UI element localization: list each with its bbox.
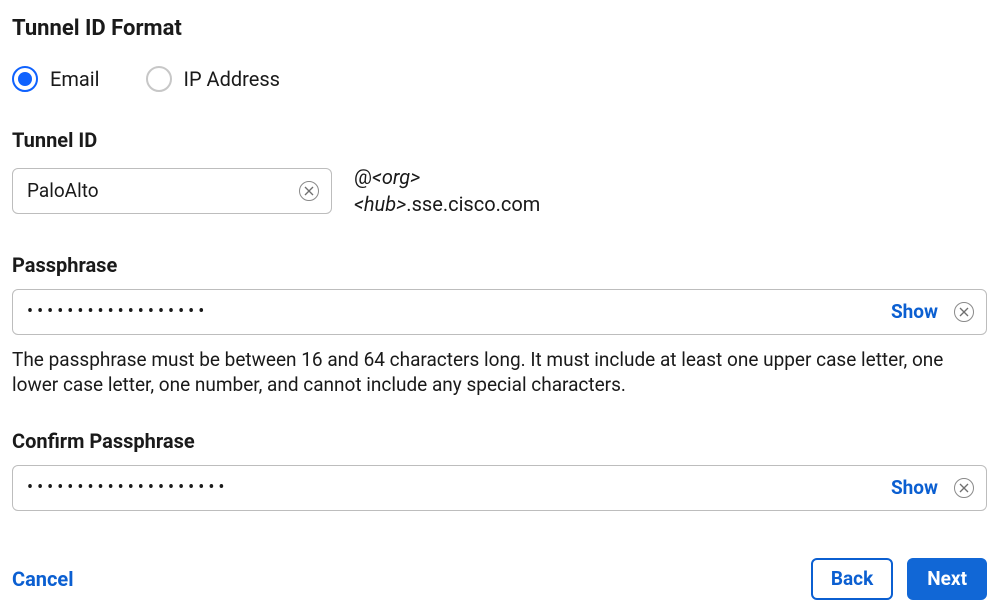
confirm-passphrase-label: Confirm Passphrase: [12, 428, 987, 455]
radio-email-label: Email: [50, 66, 100, 93]
footer-button-row: Back Next: [811, 558, 987, 600]
tunnel-id-input[interactable]: [25, 178, 291, 203]
radio-ip-address[interactable]: IP Address: [146, 66, 280, 93]
passphrase-input[interactable]: [25, 300, 883, 323]
tunnel-id-format-radios: Email IP Address: [12, 66, 987, 93]
tunnel-id-suffix-line2: <hub>.sse.cisco.com: [354, 192, 540, 216]
radio-ip-label: IP Address: [184, 66, 280, 93]
radio-email-dot: [18, 72, 32, 86]
tunnel-id-suffix-line1: @<org>: [354, 165, 420, 189]
section-title: Tunnel ID Format: [12, 14, 987, 44]
tunnel-id-label: Tunnel ID: [12, 127, 987, 154]
confirm-passphrase-show-toggle[interactable]: Show: [891, 475, 938, 501]
tunnel-id-suffix-at: @: [354, 165, 372, 189]
footer: Cancel Back Next: [12, 558, 987, 600]
confirm-passphrase-input[interactable]: [25, 476, 883, 499]
clear-icon[interactable]: [954, 302, 974, 322]
tunnel-id-row: @<org> <hub>.sse.cisco.com: [12, 164, 987, 218]
radio-ip-ring: [146, 66, 172, 92]
passphrase-label: Passphrase: [12, 252, 987, 279]
passphrase-show-toggle[interactable]: Show: [891, 299, 938, 325]
tunnel-id-suffix-domain: .sse.cisco.com: [406, 192, 540, 216]
radio-email[interactable]: Email: [12, 66, 100, 93]
confirm-passphrase-input-wrapper: Show: [12, 465, 987, 511]
next-button[interactable]: Next: [907, 558, 987, 600]
passphrase-input-wrapper: Show: [12, 289, 987, 335]
clear-icon[interactable]: [299, 181, 319, 201]
radio-email-ring: [12, 66, 38, 92]
tunnel-id-suffix-hub: <hub>: [354, 192, 406, 216]
passphrase-block: Passphrase Show: [12, 252, 987, 335]
confirm-passphrase-block: Confirm Passphrase Show: [12, 428, 987, 511]
passphrase-help-text: The passphrase must be between 16 and 64…: [12, 347, 972, 398]
tunnel-id-input-wrapper: [12, 168, 332, 214]
cancel-button[interactable]: Cancel: [12, 566, 74, 593]
clear-icon[interactable]: [954, 478, 974, 498]
back-button[interactable]: Back: [811, 558, 893, 600]
tunnel-id-suffix-org: <org>: [372, 165, 420, 189]
tunnel-id-suffix: @<org> <hub>.sse.cisco.com: [354, 164, 540, 218]
